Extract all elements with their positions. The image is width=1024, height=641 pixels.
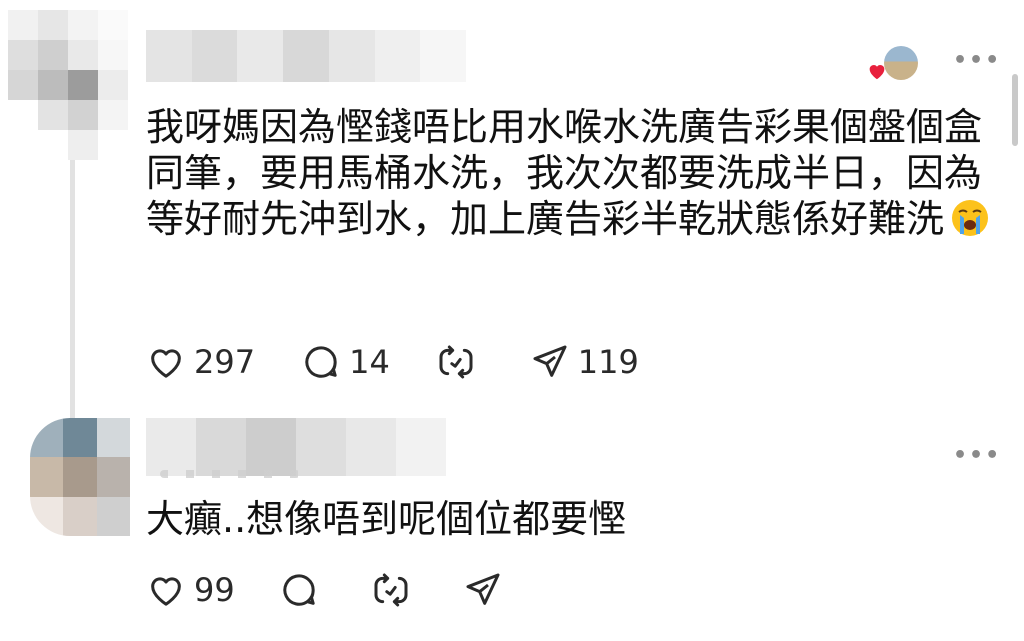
liker-avatar — [884, 46, 918, 80]
share-button[interactable] — [463, 570, 511, 610]
share-button[interactable]: 119 — [530, 342, 639, 382]
repost-button[interactable] — [436, 342, 484, 382]
like-button[interactable]: 297 — [146, 342, 255, 382]
like-count: 297 — [194, 343, 256, 381]
comment-text: 大癲..想像唔到呢個位都要慳 — [146, 497, 627, 541]
username-redacted-fragment — [160, 470, 300, 478]
repost-icon — [439, 345, 473, 379]
more-options-icon[interactable]: ••• — [953, 445, 1001, 467]
like-button[interactable]: 99 — [146, 570, 235, 610]
heart-icon — [151, 577, 181, 606]
reply-count: 14 — [349, 343, 390, 381]
more-options-icon[interactable]: ••• — [953, 50, 1001, 72]
send-icon — [466, 573, 500, 605]
reply-button[interactable] — [279, 570, 327, 610]
like-count: 99 — [194, 571, 235, 609]
heart-icon — [151, 349, 181, 378]
repost-button[interactable] — [371, 570, 419, 610]
comment-icon — [305, 346, 337, 378]
repost-icon — [374, 573, 408, 607]
comment-icon — [283, 574, 315, 606]
reply-button[interactable]: 14 — [301, 342, 390, 382]
comment-text: 我呀媽因為慳錢唔比用水喉水洗廣告彩果個盤個盒同筆，要用馬桶水洗，我次次都要洗成半… — [146, 104, 1006, 242]
comment-actions: 297 14 119 — [146, 342, 685, 382]
comment-actions: 99 — [146, 570, 555, 610]
send-icon — [533, 345, 567, 377]
username-redacted[interactable] — [146, 30, 466, 82]
thread-line — [70, 148, 75, 420]
loudly-crying-face-icon — [950, 198, 990, 238]
username-redacted[interactable] — [146, 418, 446, 476]
avatar[interactable] — [8, 10, 128, 160]
share-count: 119 — [577, 343, 639, 381]
scrollbar[interactable] — [1012, 74, 1018, 146]
avatar[interactable] — [30, 418, 130, 536]
